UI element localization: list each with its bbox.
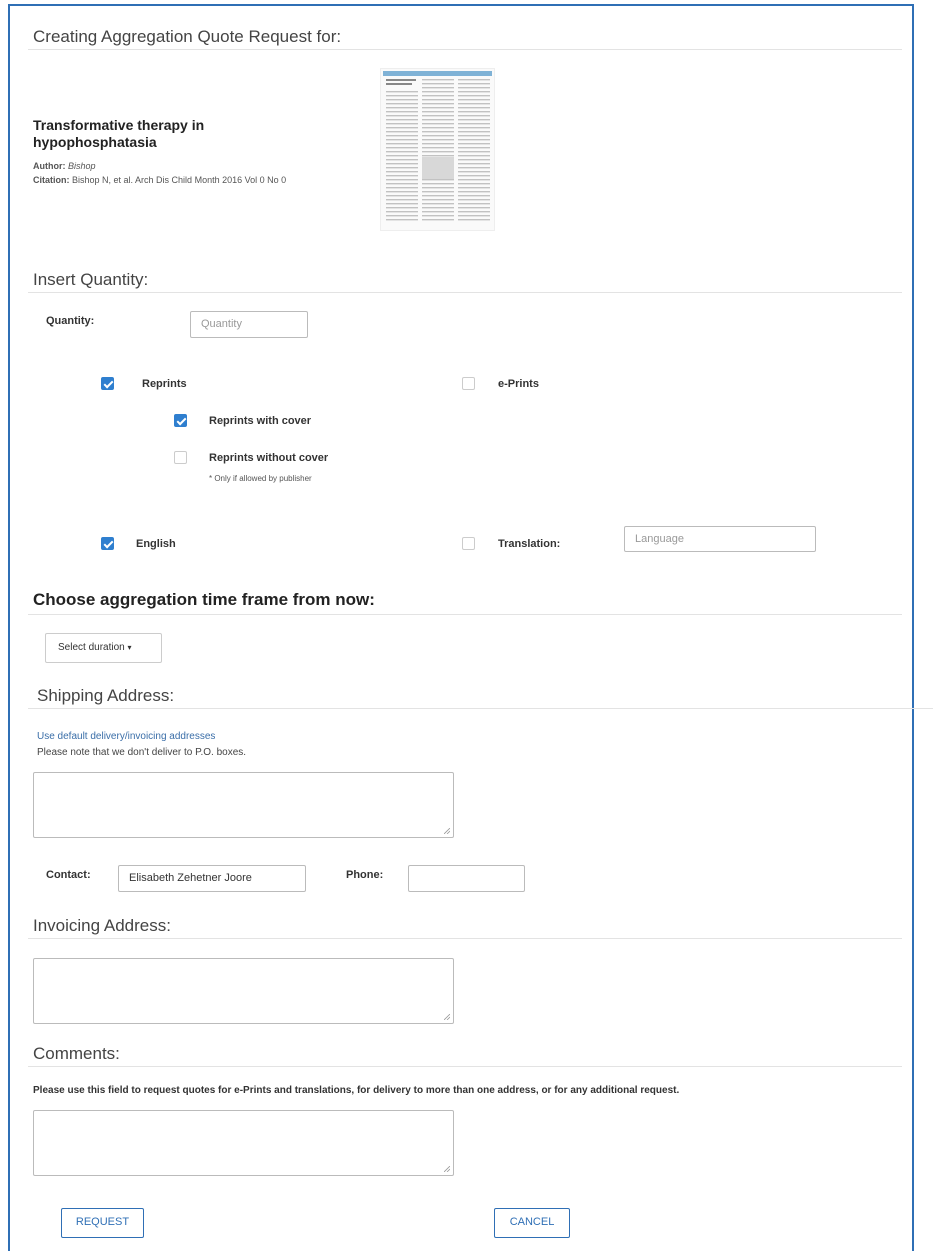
divider <box>28 938 902 939</box>
article-author: Author: Bishop <box>33 161 96 171</box>
contact-label: Contact: <box>46 869 91 881</box>
invoicing-section-title: Invoicing Address: <box>33 916 171 935</box>
article-title: Transformative therapy in hypophosphatas… <box>33 117 204 151</box>
duration-dropdown-label: Select duration <box>58 642 125 653</box>
english-checkbox[interactable] <box>101 537 114 550</box>
language-input[interactable]: Language <box>624 526 816 552</box>
resize-grip-icon[interactable] <box>444 828 450 834</box>
author-value: Bishop <box>68 161 96 171</box>
publisher-note: * Only if allowed by publisher <box>209 474 312 483</box>
reprints-with-cover-checkbox[interactable] <box>174 414 187 427</box>
reprints-checkbox[interactable] <box>101 377 114 390</box>
citation-label: Citation: <box>33 175 70 185</box>
article-page-preview <box>383 71 492 221</box>
quantity-label: Quantity: <box>46 315 95 327</box>
quantity-input[interactable]: Quantity <box>190 311 308 338</box>
reprints-label: Reprints <box>142 378 187 390</box>
article-title-line1: Transformative therapy in <box>33 117 205 133</box>
caret-down-icon: ▾ <box>127 643 132 652</box>
divider <box>28 708 933 709</box>
timeframe-section-title: Choose aggregation time frame from now: <box>33 590 375 609</box>
author-label: Author: <box>33 161 66 171</box>
page-title: Creating Aggregation Quote Request for: <box>33 27 342 46</box>
article-thumbnail <box>380 68 495 231</box>
resize-grip-icon[interactable] <box>444 1166 450 1172</box>
reprints-without-cover-checkbox[interactable] <box>174 451 187 464</box>
phone-input[interactable] <box>408 865 525 892</box>
duration-dropdown[interactable]: Select duration ▾ <box>45 633 162 663</box>
citation-value: Bishop N, et al. Arch Dis Child Month 20… <box>72 175 287 185</box>
english-label: English <box>136 538 176 550</box>
contact-input[interactable]: Elisabeth Zehetner Joore <box>118 865 306 892</box>
po-box-note: Please note that we don't deliver to P.O… <box>37 747 247 758</box>
article-citation: Citation: Bishop N, et al. Arch Dis Chil… <box>33 175 286 185</box>
invoicing-address-textarea[interactable] <box>33 958 454 1024</box>
comments-instructions: Please use this field to request quotes … <box>33 1085 680 1096</box>
phone-label: Phone: <box>346 869 384 881</box>
request-button[interactable]: REQUEST <box>61 1208 144 1238</box>
eprints-checkbox[interactable] <box>462 377 475 390</box>
divider <box>28 1066 902 1067</box>
resize-grip-icon[interactable] <box>444 1014 450 1020</box>
shipping-address-textarea[interactable] <box>33 772 454 838</box>
divider <box>28 614 902 615</box>
translation-label: Translation: <box>498 538 561 550</box>
default-addresses-link[interactable]: Use default delivery/invoicing addresses <box>37 731 215 742</box>
comments-section-title: Comments: <box>33 1044 120 1063</box>
quantity-section-title: Insert Quantity: <box>33 270 149 289</box>
translation-checkbox[interactable] <box>462 537 475 550</box>
divider <box>28 49 902 50</box>
comments-textarea[interactable] <box>33 1110 454 1176</box>
reprints-with-cover-label: Reprints with cover <box>209 415 312 427</box>
cancel-button[interactable]: CANCEL <box>494 1208 570 1238</box>
reprints-without-cover-label: Reprints without cover <box>209 452 329 464</box>
eprints-label: e-Prints <box>498 378 539 390</box>
article-title-line2: hypophosphatasia <box>33 134 157 150</box>
shipping-section-title: Shipping Address: <box>37 686 175 705</box>
divider <box>28 292 902 293</box>
